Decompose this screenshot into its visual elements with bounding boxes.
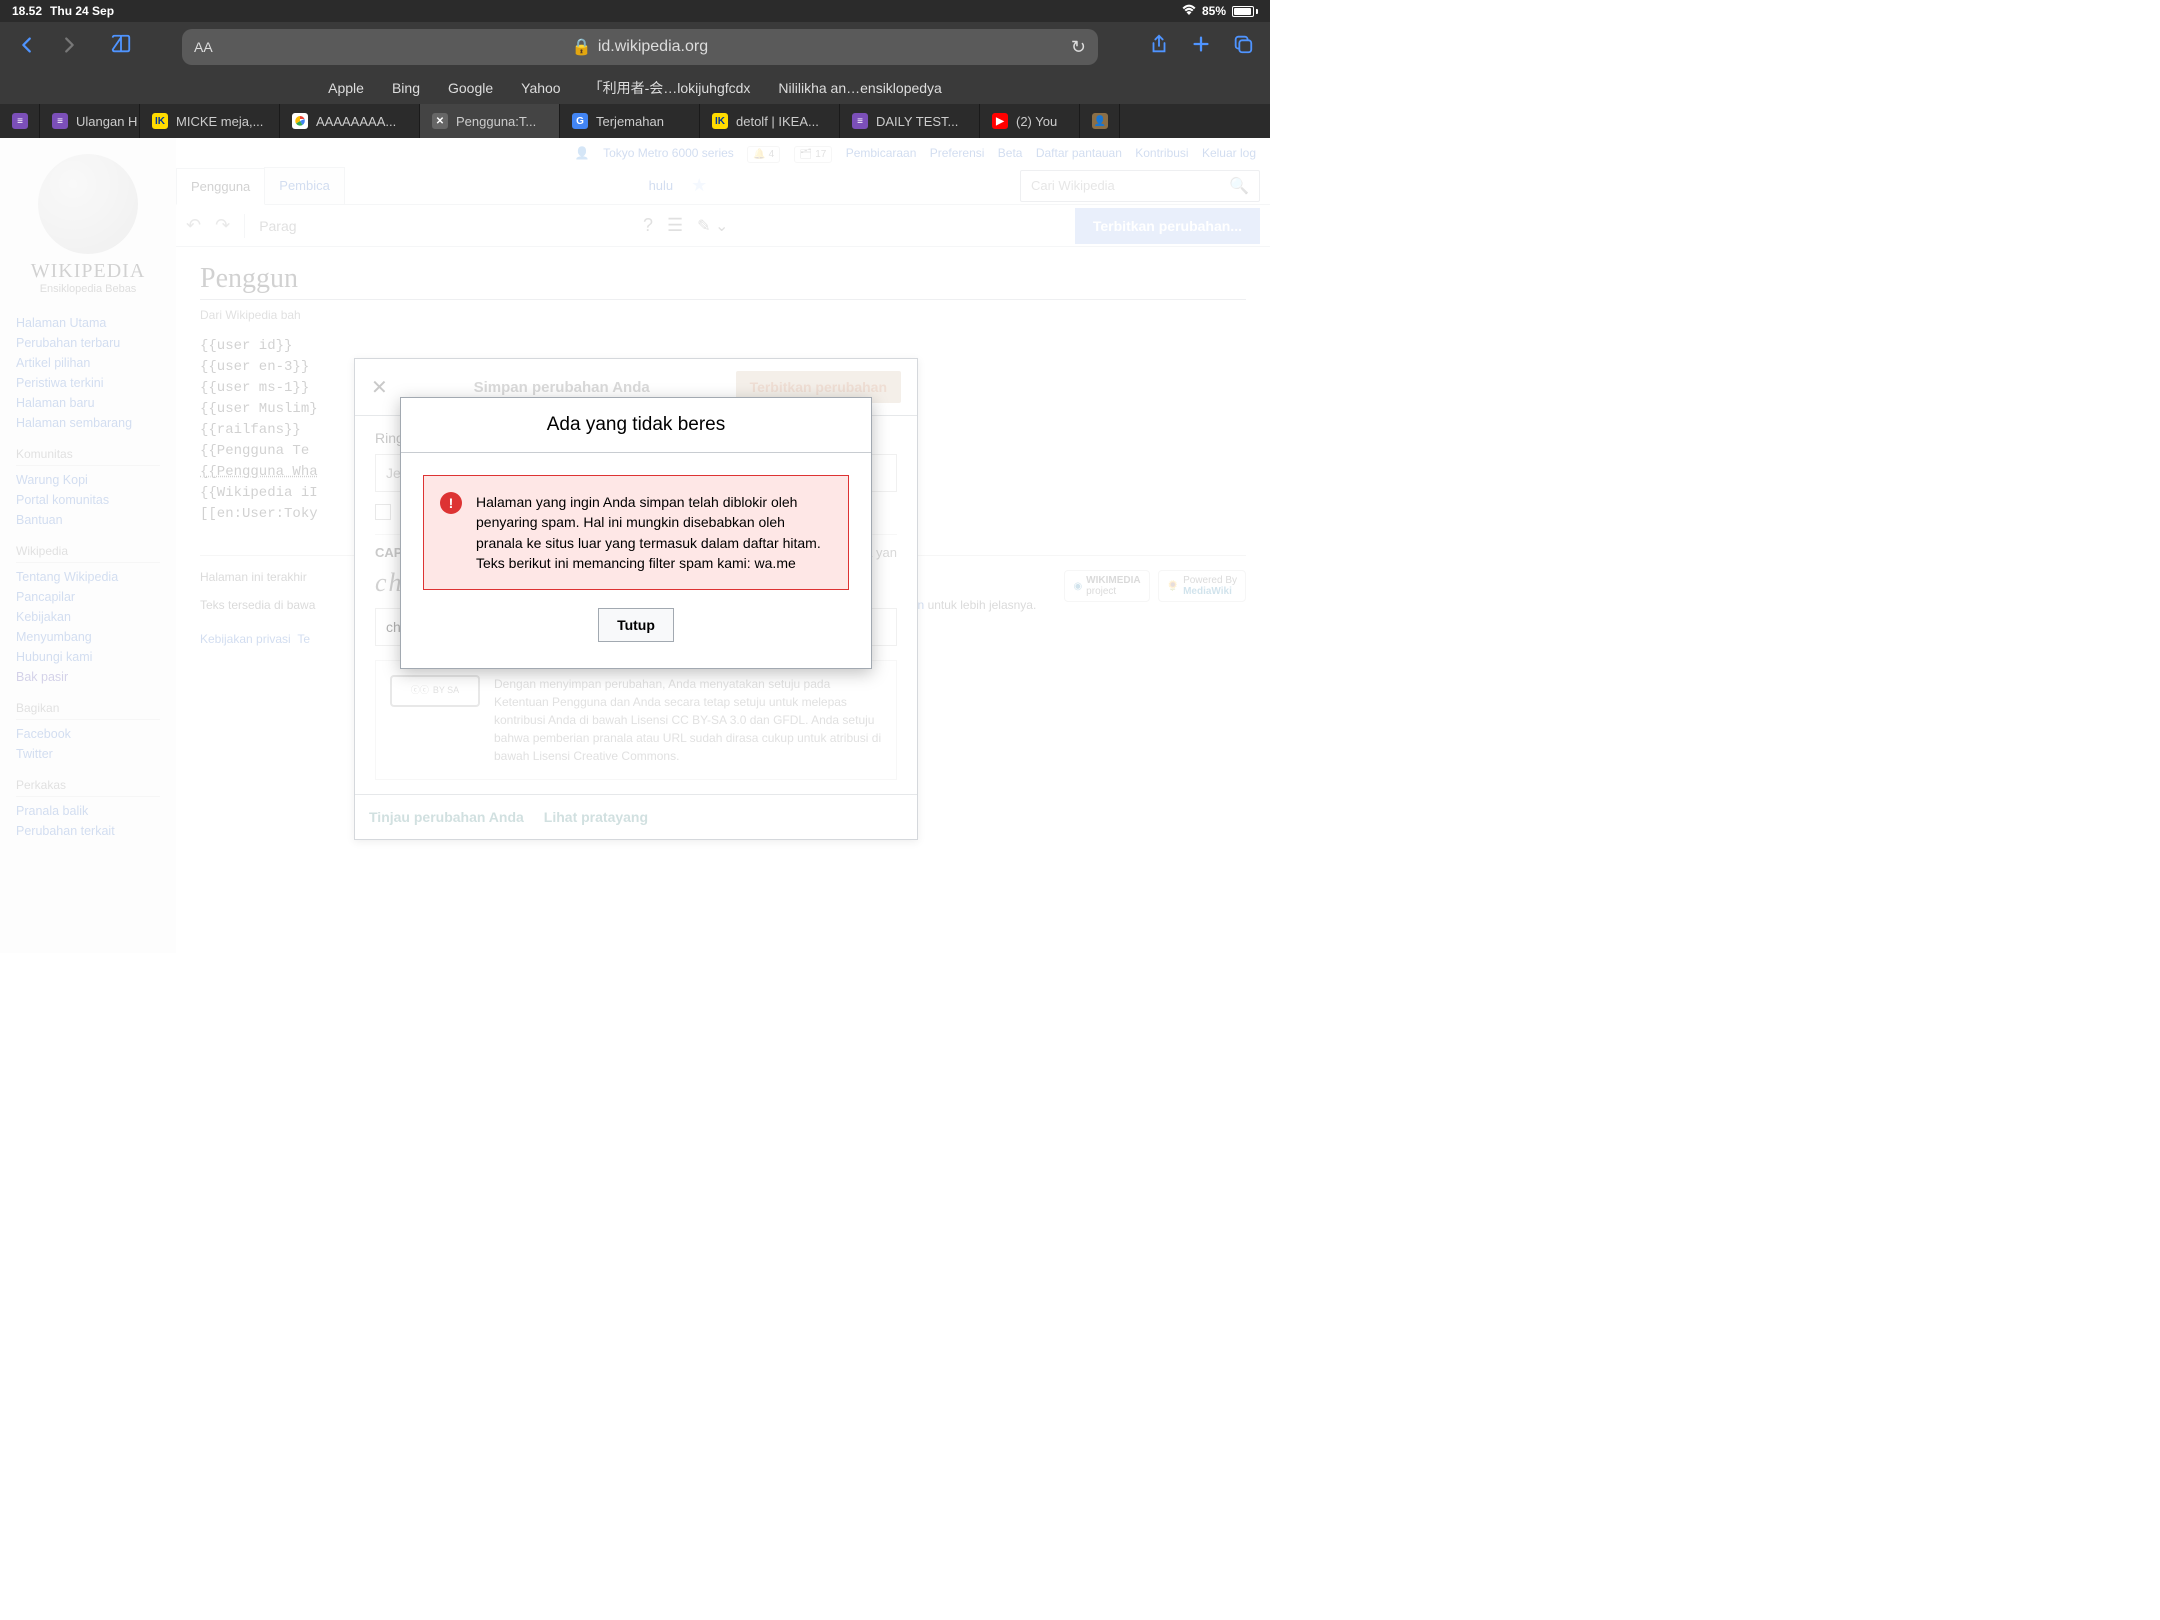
browser-tab[interactable]: GTerjemahan <box>560 104 700 138</box>
battery-pct: 85% <box>1202 4 1226 18</box>
browser-tab[interactable]: 👤 <box>1080 104 1120 138</box>
browser-tab[interactable]: ≡ <box>0 104 40 138</box>
tab-favicon-icon: ≡ <box>852 113 868 129</box>
browser-tab[interactable]: ≡Ulangan H <box>40 104 140 138</box>
tabs-overview-button[interactable] <box>1232 33 1254 62</box>
bookmark-item[interactable]: Yahoo <box>521 80 560 96</box>
url-bar[interactable]: AA 🔒 id.wikipedia.org ↻ <box>182 29 1098 65</box>
close-tab-icon[interactable]: ✕ <box>432 113 448 129</box>
bookmarks-icon[interactable] <box>110 33 132 61</box>
browser-tab[interactable]: IKdetolf | IKEA... <box>700 104 840 138</box>
error-message-box: ! Halaman yang ingin Anda simpan telah d… <box>423 475 849 590</box>
back-button[interactable] <box>16 31 38 63</box>
tab-favicon-icon: ▶ <box>992 113 1008 129</box>
share-button[interactable] <box>1148 33 1170 62</box>
status-date: Thu 24 Sep <box>50 4 114 18</box>
bookmarks-bar: Apple Bing Google Yahoo 「利用者-会…lokijuhgf… <box>0 72 1270 104</box>
tabs-bar: ≡ ≡Ulangan H IKMICKE meja,... AAAAAAAA..… <box>0 104 1270 138</box>
error-modal: Ada yang tidak beres ! Halaman yang ingi… <box>400 397 872 669</box>
page-content: WIKIPEDIA Ensiklopedia Bebas Halaman Uta… <box>0 138 1270 953</box>
browser-tab[interactable]: ≡DAILY TEST... <box>840 104 980 138</box>
text-size-button[interactable]: AA <box>194 39 213 55</box>
bookmark-item[interactable]: Google <box>448 80 493 96</box>
bookmark-item[interactable]: Nililikha an…ensiklopedya <box>778 80 941 96</box>
browser-tab[interactable]: ▶(2) You <box>980 104 1080 138</box>
bookmark-item[interactable]: 「利用者-会…lokijuhgfcdx <box>589 78 751 98</box>
tab-favicon-icon: G <box>572 113 588 129</box>
ipad-status-bar: 18.52 Thu 24 Sep 85% <box>0 0 1270 22</box>
lock-icon: 🔒 <box>572 37 592 57</box>
wifi-icon <box>1182 4 1196 18</box>
error-message: Halaman yang ingin Anda simpan telah dib… <box>476 492 832 573</box>
tab-favicon-icon: ≡ <box>12 113 28 129</box>
browser-tab-active[interactable]: ✕Pengguna:T... <box>420 104 560 138</box>
new-tab-button[interactable] <box>1190 33 1212 62</box>
tab-favicon-icon <box>292 113 308 129</box>
browser-tab[interactable]: IKMICKE meja,... <box>140 104 280 138</box>
url-host: id.wikipedia.org <box>598 38 708 56</box>
battery-icon <box>1232 6 1258 17</box>
bookmark-item[interactable]: Bing <box>392 80 420 96</box>
safari-chrome: AA 🔒 id.wikipedia.org ↻ Apple Bing Googl… <box>0 22 1270 138</box>
tab-favicon-icon: IK <box>152 113 168 129</box>
tab-favicon-icon: IK <box>712 113 728 129</box>
reload-button[interactable]: ↻ <box>1071 37 1086 58</box>
tab-favicon-icon: ≡ <box>52 113 68 129</box>
bookmark-item[interactable]: Apple <box>328 80 364 96</box>
status-time: 18.52 <box>12 4 42 18</box>
tab-favicon-icon: 👤 <box>1092 113 1108 129</box>
forward-button[interactable] <box>58 31 80 63</box>
browser-tab[interactable]: AAAAAAAA... <box>280 104 420 138</box>
close-error-button[interactable]: Tutup <box>598 608 674 642</box>
error-title: Ada yang tidak beres <box>401 398 871 453</box>
error-icon: ! <box>440 492 462 514</box>
